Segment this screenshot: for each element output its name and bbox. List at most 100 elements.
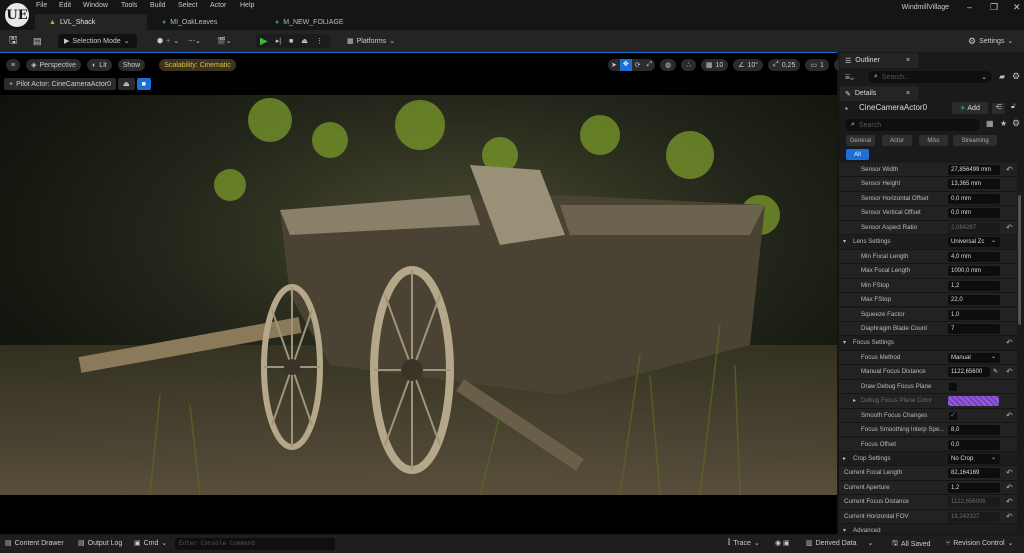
record-icon[interactable]: ◉ ▣: [775, 539, 790, 547]
filter-icon[interactable]: ⩸⌄: [845, 72, 854, 82]
camera-lock-button[interactable]: ■: [136, 78, 151, 90]
menu-tools[interactable]: Tools: [121, 2, 137, 9]
collapse-arrow-icon[interactable]: ▾: [843, 339, 846, 346]
menu-help[interactable]: Help: [240, 2, 254, 9]
filter-misc[interactable]: Misc: [919, 135, 948, 146]
color-swatch[interactable]: [948, 396, 999, 407]
rotation-snap-button[interactable]: ∠ 10°: [733, 59, 764, 71]
property-input[interactable]: 7: [948, 323, 1000, 334]
eject-pilot-button[interactable]: ⏏: [118, 78, 135, 90]
surface-snap-button[interactable]: ∴: [681, 59, 696, 71]
filter-all[interactable]: All: [846, 149, 869, 160]
browse-icon[interactable]: ▤: [33, 34, 42, 48]
world-local-button[interactable]: ◍: [660, 59, 677, 71]
filter-streaming[interactable]: Streaming: [953, 135, 997, 146]
translate-icon[interactable]: ✥: [619, 59, 632, 71]
checkbox[interactable]: [949, 382, 957, 391]
close-icon[interactable]: ×: [906, 90, 910, 97]
viewport-scene[interactable]: [0, 95, 837, 495]
property-input[interactable]: 22,0: [948, 295, 1000, 306]
menu-window[interactable]: Window: [83, 2, 108, 9]
console-input[interactable]: Enter Console Command: [175, 538, 335, 550]
property-input[interactable]: 1122,65600: [948, 367, 990, 378]
menu-build[interactable]: Build: [150, 2, 166, 9]
outliner-search-input[interactable]: ⌕ Search... ⌄: [868, 71, 992, 83]
property-dropdown[interactable]: No Crop ⌄: [948, 454, 1000, 464]
add-actor-button[interactable]: ⬢ + ⌄: [157, 34, 179, 48]
menu-file[interactable]: File: [36, 2, 47, 9]
filter-actor[interactable]: Actor: [882, 135, 912, 146]
scale-snap-button[interactable]: ⤢ 0,25: [768, 59, 801, 71]
table-view-icon[interactable]: ▦: [986, 119, 994, 128]
selection-mode-dropdown[interactable]: ▶ Selection Mode ⌄: [58, 34, 137, 48]
menu-edit[interactable]: Edit: [59, 2, 71, 9]
platforms-button[interactable]: ▦ Platforms ⌄: [347, 34, 395, 48]
play-icon[interactable]: ▶: [260, 36, 268, 47]
level-viewport[interactable]: ≡ ◈ Perspective ◐ Lit Show Scalability: Ci…: [0, 52, 850, 534]
expand-arrow-icon[interactable]: ▸: [853, 397, 856, 404]
show-button[interactable]: Show: [117, 59, 146, 71]
close-icon[interactable]: ✕: [1013, 2, 1021, 13]
save-icon[interactable]: 🖫: [9, 34, 18, 48]
cinematics-button[interactable]: 🎬⌄: [217, 34, 232, 48]
property-input[interactable]: 27,856499 mm: [948, 165, 1000, 175]
collapse-arrow-icon[interactable]: ▾: [843, 238, 846, 245]
minimize-icon[interactable]: –: [967, 2, 972, 12]
reset-to-default-icon[interactable]: ↶: [1006, 497, 1013, 506]
step-icon[interactable]: ▸|: [276, 37, 281, 45]
property-dropdown[interactable]: Universal Zc ⌄: [948, 237, 1000, 248]
outliner-tab[interactable]: ☰ Outliner ×: [840, 53, 918, 68]
grid-snap-button[interactable]: ▦ 10: [700, 59, 729, 71]
new-folder-icon[interactable]: ▰: [999, 72, 1005, 81]
lock-icon[interactable]: 🔓︎: [1011, 103, 1016, 111]
rotate-icon[interactable]: ⟳: [632, 61, 644, 69]
cmd-dropdown[interactable]: ▣ Cmd ⌄: [134, 539, 167, 548]
menu-actor[interactable]: Actor: [210, 2, 226, 9]
maximize-icon[interactable]: ❐: [990, 2, 998, 13]
gear-icon[interactable]: ⚙: [1012, 71, 1020, 82]
reset-to-default-icon[interactable]: ↶: [1006, 468, 1013, 477]
star-icon[interactable]: ★: [1000, 119, 1007, 128]
property-input[interactable]: 0,0 mm: [948, 208, 1000, 219]
perspective-button[interactable]: ◈ Perspective: [26, 59, 82, 71]
lit-button[interactable]: ◐ Lit: [87, 59, 112, 71]
unreal-logo[interactable]: UE: [5, 3, 29, 27]
reset-to-default-icon[interactable]: ↶: [1006, 512, 1013, 521]
trace-button[interactable]: ⫿ Trace ⌄: [728, 539, 760, 547]
tab-lvl-shack[interactable]: ▲ LVL_Shack: [35, 14, 147, 30]
viewport-menu-button[interactable]: ≡: [6, 59, 21, 71]
revision-control-button[interactable]: ⑂ Revision Control ⌄: [946, 539, 1013, 548]
menu-select[interactable]: Select: [178, 2, 197, 9]
details-tab[interactable]: ✎ Details ×: [840, 86, 918, 101]
blueprint-icon[interactable]: ⋲: [992, 103, 1005, 114]
property-dropdown[interactable]: Manual ⌄: [948, 352, 1000, 363]
output-log-button[interactable]: ▤ Output Log: [78, 539, 122, 548]
camera-speed-button[interactable]: ▭ 1: [805, 59, 829, 71]
blueprint-button[interactable]: ⋯⌄: [188, 34, 201, 48]
select-icon[interactable]: ➤: [608, 61, 620, 69]
reset-to-default-icon[interactable]: ↶: [1006, 411, 1013, 420]
filter-general[interactable]: General: [846, 135, 875, 146]
close-icon[interactable]: ×: [906, 57, 910, 64]
collapse-arrow-icon[interactable]: ▾: [843, 527, 846, 534]
add-component-button[interactable]: + Add: [952, 102, 988, 114]
property-input[interactable]: 0,0 mm: [948, 193, 1000, 204]
settings-button[interactable]: ⚙ Settings ⌄: [968, 34, 1013, 48]
reset-to-default-icon[interactable]: ↶: [1006, 165, 1013, 174]
checkbox-checked[interactable]: ✓: [949, 411, 957, 420]
eject-icon[interactable]: ⏏: [301, 37, 308, 45]
tab-mi-oakleaves[interactable]: ● MI_OakLeaves: [148, 14, 260, 30]
property-input[interactable]: 4,0 mm: [948, 251, 1000, 262]
property-input[interactable]: 1,0: [948, 309, 1000, 320]
tab-m-new-foliage[interactable]: ● M_NEW_FOLIAGE: [261, 14, 381, 30]
scalability-badge[interactable]: Scalability: Cinematic: [159, 59, 236, 71]
expand-arrow-icon[interactable]: ▸: [843, 455, 846, 462]
details-search-input[interactable]: ⌕ Search: [845, 119, 980, 131]
property-input[interactable]: 0,0: [948, 439, 1000, 450]
property-input[interactable]: 1000,0 mm: [948, 266, 1000, 277]
reset-to-default-icon[interactable]: ↶: [1006, 223, 1013, 232]
scale-icon[interactable]: ⤢: [644, 61, 656, 69]
derived-data-button[interactable]: ▥ Derived Data ⌄: [806, 539, 873, 548]
more-icon[interactable]: ⋮: [316, 37, 323, 45]
property-input[interactable]: 1,2: [948, 482, 1000, 493]
